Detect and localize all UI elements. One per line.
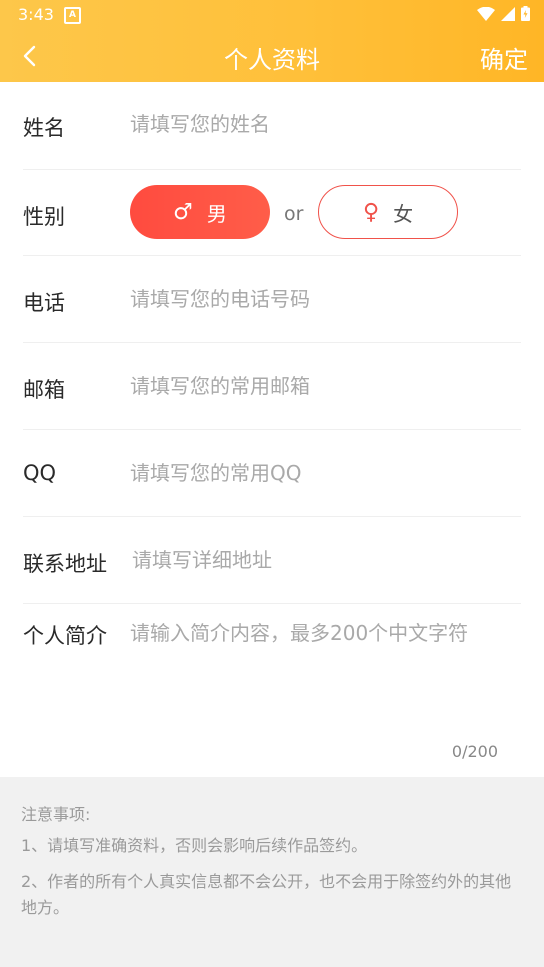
name-input[interactable] [130, 112, 520, 136]
male-symbol-icon: ♂ [173, 199, 193, 225]
status-icons [477, 6, 530, 21]
qq-input[interactable] [130, 461, 520, 485]
gender-row: 性别 ♂ 男 or ♀ 女 [0, 170, 544, 256]
female-symbol-icon: ♀ [362, 199, 380, 225]
phone-input[interactable] [130, 287, 520, 311]
intro-char-counter: 0/200 [451, 742, 498, 761]
intro-row: 个人简介 0/200 [0, 604, 544, 777]
intro-textarea[interactable] [130, 618, 520, 728]
notes-title: 注意事项: [21, 805, 91, 824]
name-row: 姓名 [0, 82, 544, 170]
address-label: 联系地址 [23, 552, 107, 576]
intro-label: 个人简介 [23, 624, 107, 648]
notification-icon: A [64, 7, 81, 24]
gender-label: 性别 [23, 205, 65, 229]
address-input[interactable] [132, 548, 520, 572]
notes-item: 1、请填写准确资料，否则会影响后续作品签约。 [21, 836, 368, 855]
battery-icon [521, 6, 530, 21]
confirm-button[interactable]: 确定 [480, 40, 528, 75]
page-title: 个人资料 [224, 46, 320, 74]
address-row: 联系地址 [0, 517, 544, 604]
gender-or-text: or [284, 203, 304, 225]
qq-row: QQ [0, 430, 544, 517]
qq-label: QQ [23, 461, 57, 485]
title-bar: 个人资料 确定 [0, 30, 544, 82]
phone-row: 电话 [0, 256, 544, 343]
female-label: 女 [393, 201, 414, 226]
notes-panel: 注意事项: 1、请填写准确资料，否则会影响后续作品签约。 2、作者的所有个人真实… [0, 777, 544, 967]
gender-female-button[interactable]: ♀ 女 [318, 185, 458, 239]
status-bar: 3:43 A [0, 0, 544, 30]
male-label: 男 [206, 201, 227, 226]
phone-label: 电话 [23, 291, 65, 315]
notes-item: 2、作者的所有个人真实信息都不会公开，也不会用于除签约外的其他地方。 [21, 872, 512, 917]
email-label: 邮箱 [23, 378, 65, 402]
email-row: 邮箱 [0, 343, 544, 430]
status-time: 3:43 [18, 5, 54, 24]
signal-icon [501, 6, 515, 21]
name-label: 姓名 [23, 116, 65, 140]
wifi-icon [477, 6, 495, 21]
app-header: 3:43 A 个人资料 确定 [0, 0, 544, 82]
gender-male-button[interactable]: ♂ 男 [130, 185, 270, 239]
email-input[interactable] [130, 374, 520, 398]
